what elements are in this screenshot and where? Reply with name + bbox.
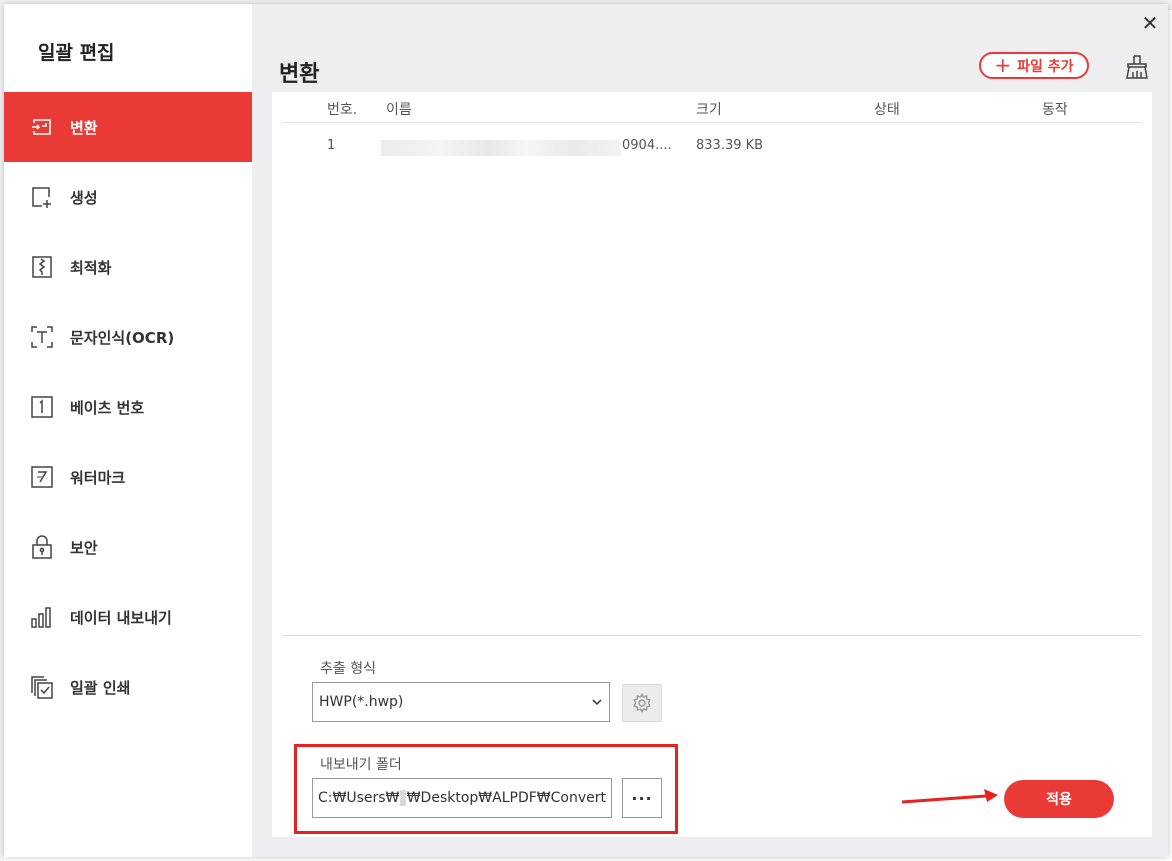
chevron-down-icon xyxy=(592,699,602,706)
divider xyxy=(282,635,1142,636)
table-row[interactable]: 1 0904.... 833.39 KB xyxy=(282,123,1142,171)
add-file-label: 파일 추가 xyxy=(1017,58,1074,75)
sidebar-item-data-export[interactable]: 데이터 내보내기 xyxy=(4,582,252,652)
column-status: 상태 xyxy=(874,102,900,118)
path-suffix: ₩Desktop₩ALPDF₩Convert xyxy=(406,790,606,806)
output-format-value: HWP(*.hwp) xyxy=(319,694,404,710)
export-folder-label: 내보내기 폴더 xyxy=(320,757,402,773)
column-name: 이름 xyxy=(386,102,412,118)
sidebar-item-label: 문자인식(OCR) xyxy=(70,328,175,347)
sidebar-item-watermark[interactable]: 워터마크 xyxy=(4,442,252,512)
column-number: 번호. xyxy=(327,102,358,118)
sidebar-item-label: 데이터 내보내기 xyxy=(70,608,172,627)
output-format-select[interactable]: HWP(*.hwp) xyxy=(312,682,610,722)
arrow-annotation-icon xyxy=(901,789,998,804)
gear-icon xyxy=(633,693,651,713)
sidebar-item-bates-number[interactable]: 베이츠 번호 xyxy=(4,372,252,442)
sidebar-item-label: 일괄 인쇄 xyxy=(70,678,131,697)
sidebar-item-label: 베이츠 번호 xyxy=(70,398,145,417)
browse-folder-button[interactable]: ··· xyxy=(622,778,662,818)
watermark-icon xyxy=(30,465,54,489)
sidebar-item-convert[interactable]: 변환 xyxy=(4,92,252,162)
sidebar: 일괄 편집 변환 생성 최적화 문자인식(OCR) 베이츠 번호 워터마크 보안… xyxy=(4,4,252,857)
row-size: 833.39 KB xyxy=(696,138,764,153)
sidebar-item-label: 생성 xyxy=(70,188,98,207)
plus-icon: + xyxy=(994,52,1012,77)
sidebar-item-label: 변환 xyxy=(70,118,98,137)
sidebar-item-label: 워터마크 xyxy=(70,468,126,487)
sidebar-item-label: 최적화 xyxy=(70,258,112,277)
sidebar-item-batch-print[interactable]: 일괄 인쇄 xyxy=(4,652,252,722)
row-name: 0904.... xyxy=(622,138,672,153)
batch-print-icon xyxy=(30,675,54,699)
export-folder-path-input[interactable]: C:₩Users₩ ₩Desktop₩ALPDF₩Convert xyxy=(312,778,612,818)
data-export-icon xyxy=(30,605,54,629)
page-title: 변환 xyxy=(279,62,320,87)
row-number: 1 xyxy=(327,138,336,153)
redacted-filename xyxy=(381,140,621,156)
clear-list-icon[interactable] xyxy=(1124,54,1150,80)
close-icon[interactable]: ✕ xyxy=(1140,13,1160,33)
path-prefix: C:₩Users₩ xyxy=(318,790,400,806)
output-format-label: 추출 형식 xyxy=(320,661,376,677)
file-list-panel: 번호. 이름 크기 상태 동작 1 0904.... 833.39 KB 추출 … xyxy=(272,92,1152,837)
sidebar-item-security[interactable]: 보안 xyxy=(4,512,252,582)
sidebar-item-label: 보안 xyxy=(70,538,98,557)
sidebar-item-ocr[interactable]: 문자인식(OCR) xyxy=(4,302,252,372)
column-size: 크기 xyxy=(696,102,722,118)
create-icon xyxy=(30,185,54,209)
lock-icon xyxy=(30,535,54,559)
ocr-icon xyxy=(30,325,54,349)
sidebar-item-optimize[interactable]: 최적화 xyxy=(4,232,252,302)
optimize-icon xyxy=(30,255,54,279)
add-file-button[interactable]: + 파일 추가 xyxy=(979,52,1089,79)
table-header: 번호. 이름 크기 상태 동작 xyxy=(282,92,1142,123)
sidebar-title: 일괄 편집 xyxy=(38,42,115,64)
apply-button[interactable]: 적용 xyxy=(1004,780,1114,818)
column-action: 동작 xyxy=(1042,102,1068,118)
format-settings-button[interactable] xyxy=(622,684,662,722)
convert-icon xyxy=(30,115,54,139)
sidebar-item-create[interactable]: 생성 xyxy=(4,162,252,232)
bates-number-icon xyxy=(30,395,54,419)
batch-edit-dialog: 일괄 편집 변환 생성 최적화 문자인식(OCR) 베이츠 번호 워터마크 보안… xyxy=(4,4,1168,857)
redacted-username xyxy=(400,790,406,806)
